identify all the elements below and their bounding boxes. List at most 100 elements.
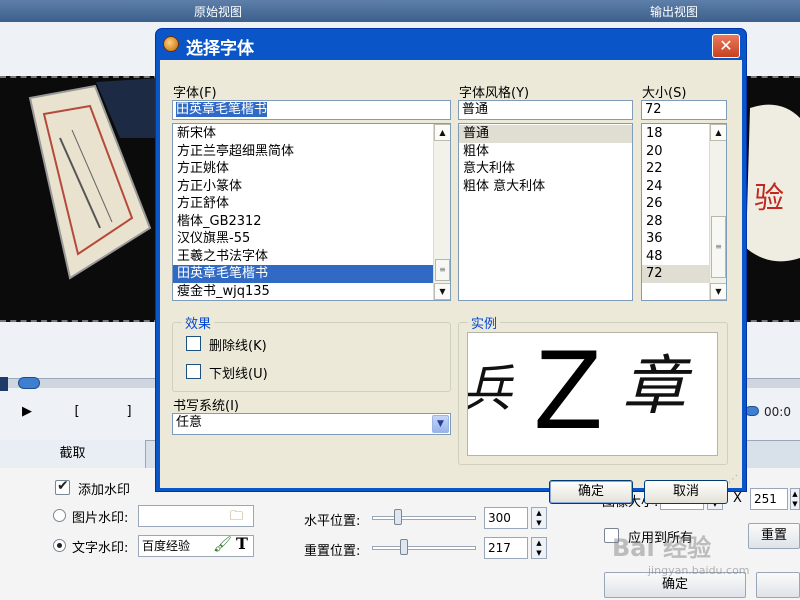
size-scroll-down-icon[interactable]: ▼ [710, 283, 726, 300]
vertical-position-spinner[interactable]: ▲ ▼ [531, 537, 547, 559]
size-scroll-up-icon[interactable]: ▲ [710, 124, 726, 141]
horizontal-position-field[interactable]: 300 [484, 507, 528, 529]
style-value: 普通 [462, 102, 489, 117]
vertical-position-value: 217 [488, 541, 511, 555]
sample-char-right: 章 [622, 350, 686, 424]
style-list[interactable]: 普通 粗体 意大利体 粗体 意大利体 [458, 123, 633, 301]
image-height-spinner[interactable]: ▲ ▼ [790, 488, 800, 510]
close-button[interactable]: ✕ [712, 34, 740, 58]
style-list-item[interactable]: 粗体 [459, 143, 632, 161]
size-value: 72 [645, 102, 662, 117]
font-dialog: 选择字体 ✕ 字体(F) 田英章毛笔楷书 新宋体 方正兰亭超细黑简体 方正姚体 方正小… [155, 28, 747, 504]
font-list-item[interactable]: 汉仪旗黑-55 [173, 230, 450, 248]
vertical-position-field[interactable]: 217 [484, 537, 528, 559]
view-header-bar: 原始视图 输出视图 [0, 0, 800, 22]
font-list-item[interactable]: 方正小篆体 [173, 178, 450, 196]
horizontal-position-thumb[interactable] [394, 509, 402, 525]
script-label: 书写系统(I) [173, 399, 239, 414]
font-scroll-thumb[interactable]: ≡ [435, 259, 450, 281]
timeline-start-marker [0, 377, 8, 391]
resize-grip-icon[interactable]: ⋰ [728, 474, 740, 486]
original-video-preview [0, 76, 160, 322]
font-list-scrollbar[interactable]: ▲ ≡ ▼ [433, 124, 450, 300]
size-separator: X [733, 491, 742, 506]
dialog-title-bar[interactable]: 选择字体 ✕ [156, 29, 746, 59]
brush-icon[interactable]: 🖌 [213, 535, 232, 553]
text-font-icon[interactable]: T [236, 534, 248, 553]
font-scroll-up-icon[interactable]: ▲ [434, 124, 450, 141]
font-list-item[interactable]: 瘦金书_wjq135 [173, 283, 450, 301]
style-list-item[interactable]: 粗体 意大利体 [459, 178, 632, 196]
image-height-field[interactable]: 251 [750, 488, 788, 510]
size-list-scrollbar[interactable]: ▲ ≡ ▼ [709, 124, 726, 300]
timeline-handle[interactable] [18, 377, 40, 389]
ok-button[interactable]: 确定 [549, 480, 633, 504]
chevron-down-icon[interactable]: ▼ [432, 415, 449, 433]
sample-char-z: Z [534, 332, 603, 452]
text-watermark-value: 百度经验 [142, 539, 191, 553]
play-button[interactable]: ▶ [20, 404, 34, 420]
sample-preview: 兵 Z 章 [467, 332, 718, 456]
vertical-position-track[interactable] [372, 546, 476, 550]
vertical-position-thumb[interactable] [400, 539, 408, 555]
sample-title: 实例 [468, 313, 501, 332]
font-list[interactable]: 新宋体 方正兰亭超细黑简体 方正姚体 方正小篆体 方正舒体 楷体_GB2312 汉仪旗黑-5… [172, 123, 451, 301]
time-display: 00:0 [764, 405, 791, 419]
font-name-value: 田英章毛笔楷书 [176, 102, 268, 117]
font-list-item[interactable]: 方正舒体 [173, 195, 450, 213]
style-list-item[interactable]: 普通 [459, 125, 632, 143]
underline-label: 下划线(U) [209, 367, 268, 382]
output-frame-image: 验 [740, 78, 800, 320]
mark-out-button[interactable]: ] [122, 404, 136, 420]
apply-cancel-button[interactable] [756, 572, 800, 598]
add-watermark-label: 添加水印 [78, 483, 131, 498]
vertical-position-label: 重置位置: [304, 544, 361, 559]
add-watermark-checkbox[interactable] [55, 478, 70, 495]
font-list-item[interactable]: 楷体_GB2312 [173, 213, 450, 231]
size-input[interactable]: 72 [641, 100, 727, 120]
output-timeline-handle[interactable] [745, 406, 759, 416]
size-list[interactable]: 18 20 22 24 26 28 36 48 72 ▲ ≡ ▼ [641, 123, 727, 301]
font-list-item[interactable]: 方正姚体 [173, 160, 450, 178]
baidu-watermark-url: jingyan.baidu.com [648, 564, 750, 577]
horizontal-position-spinner[interactable]: ▲ ▼ [531, 507, 547, 529]
font-list-item[interactable]: 方正兰亭超细黑简体 [173, 143, 450, 161]
script-select[interactable]: 任意 [172, 413, 451, 435]
horizontal-position-track[interactable] [372, 516, 476, 520]
underline-checkbox[interactable] [186, 364, 201, 379]
horizontal-position-value: 300 [488, 511, 511, 525]
dialog-title: 选择字体 [186, 39, 254, 59]
size-scroll-thumb[interactable]: ≡ [711, 216, 726, 278]
image-height-value: 251 [754, 492, 777, 506]
text-watermark-label: 文字水印: [72, 541, 129, 556]
output-view-label: 输出视图 [650, 5, 699, 19]
image-watermark-radio[interactable] [53, 509, 66, 522]
font-name-input[interactable]: 田英章毛笔楷书 [172, 100, 451, 120]
style-input[interactable]: 普通 [458, 100, 633, 120]
horizontal-position-label: 水平位置: [304, 514, 361, 529]
font-list-item[interactable]: 新宋体 [173, 125, 450, 143]
style-label: 字体风格(Y) [459, 86, 530, 101]
font-list-item[interactable]: 王羲之书法字体 [173, 248, 450, 266]
original-frame-image [0, 78, 160, 320]
output-video-preview: 验 [740, 76, 800, 322]
effects-title: 效果 [182, 313, 215, 332]
strikeout-checkbox[interactable] [186, 336, 201, 351]
original-view-label: 原始视图 [194, 5, 243, 19]
style-list-item[interactable]: 意大利体 [459, 160, 632, 178]
mark-in-button[interactable]: [ [70, 404, 84, 420]
font-scroll-down-icon[interactable]: ▼ [434, 283, 450, 300]
dialog-body: 字体(F) 田英章毛笔楷书 新宋体 方正兰亭超细黑简体 方正姚体 方正小篆体 方正舒体楷… [160, 60, 742, 504]
font-label: 字体(F) [173, 86, 217, 101]
tab-capture[interactable]: 截取 [0, 440, 146, 468]
script-value: 任意 [176, 415, 203, 430]
reset-button[interactable]: 重置 [748, 523, 800, 549]
cancel-button[interactable]: 取消 [644, 480, 728, 504]
font-list-item[interactable]: 田英章毛笔楷书 [173, 265, 450, 283]
svg-text:验: 验 [754, 181, 784, 216]
sample-char-left: 兵 [467, 360, 512, 418]
text-watermark-radio[interactable] [53, 539, 66, 552]
folder-icon[interactable]: 🗀 [230, 507, 243, 529]
baidu-watermark-overlay: Bai 经验 [612, 534, 712, 562]
strikeout-label: 删除线(K) [209, 339, 267, 354]
